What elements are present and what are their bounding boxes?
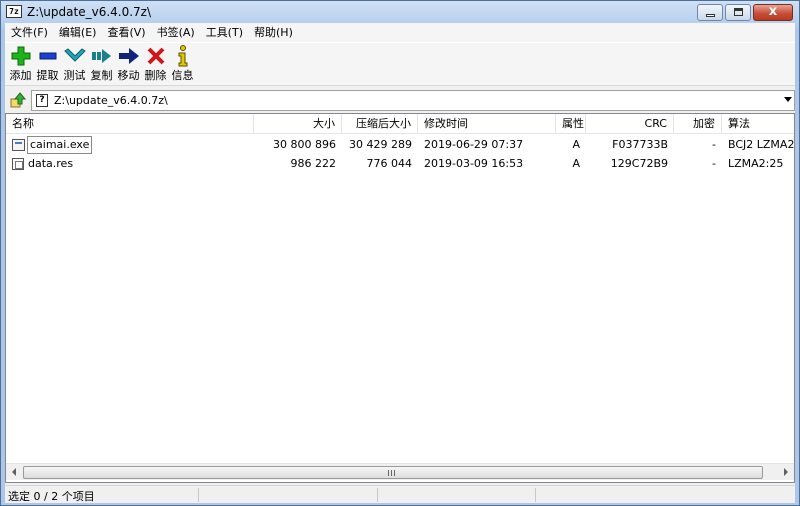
double-arrow-icon [91, 49, 111, 63]
title-bar[interactable]: 7z Z:\update_v6.4.0.7z\ x [1, 1, 799, 23]
info-label: 信息 [171, 69, 194, 82]
column-attributes[interactable]: 属性 [556, 114, 586, 134]
menu-bookmarks[interactable]: 书签(A) [152, 23, 200, 42]
file-crc: 129C72B9 [610, 157, 668, 170]
close-button[interactable]: x [753, 4, 793, 21]
table-row[interactable]: data.res 986 222 776 044 2019-03-09 16:5… [6, 155, 794, 173]
menu-file[interactable]: 文件(F) [6, 23, 53, 42]
test-button[interactable]: 测试 [61, 43, 88, 85]
window-controls: x [695, 4, 793, 21]
column-modified[interactable]: 修改时间 [418, 114, 556, 134]
column-name[interactable]: 名称 [6, 114, 254, 134]
address-input[interactable]: ? Z:\update_v6.4.0.7z\ [31, 90, 795, 111]
close-icon: x [768, 4, 778, 19]
menu-edit[interactable]: 编辑(E) [54, 23, 102, 42]
folder-up-icon [10, 92, 27, 108]
archive-path-icon: ? [36, 94, 48, 107]
column-packed-size[interactable]: 压缩后大小 [342, 114, 418, 134]
status-divider [535, 488, 536, 502]
delete-label: 删除 [144, 69, 167, 82]
status-bar: 选定 0 / 2 个项目 [5, 485, 795, 503]
column-method[interactable]: 算法 [722, 114, 794, 134]
minimize-icon [706, 14, 715, 17]
file-packed-size: 776 044 [366, 157, 413, 170]
toolbar: 添加 提取 测试 复制 移动 删除 信息 [5, 42, 795, 86]
info-button[interactable]: 信息 [169, 43, 196, 85]
file-size: 986 222 [290, 157, 337, 170]
add-label: 添加 [9, 69, 32, 82]
address-bar: ? Z:\update_v6.4.0.7z\ [5, 88, 795, 112]
file-modified: 2019-03-09 16:53 [424, 157, 524, 170]
copy-button[interactable]: 复制 [88, 43, 115, 85]
status-divider [377, 488, 378, 502]
grip-icon [388, 470, 396, 476]
address-path: Z:\update_v6.4.0.7z\ [54, 94, 168, 107]
extract-label: 提取 [36, 69, 59, 82]
menu-bar: 文件(F) 编辑(E) 查看(V) 书签(A) 工具(T) 帮助(H) [5, 23, 795, 42]
maximize-button[interactable] [725, 4, 751, 21]
file-attributes: A [572, 157, 580, 170]
window-title: Z:\update_v6.4.0.7z\ [27, 5, 152, 19]
file-encrypted: - [712, 138, 716, 151]
file-modified: 2019-06-29 07:37 [424, 138, 524, 151]
list-header: 名称 大小 压缩后大小 修改时间 属性 CRC 加密 算法 [6, 114, 794, 134]
column-crc[interactable]: CRC [586, 114, 674, 134]
arrow-right-icon [118, 48, 139, 64]
exe-file-icon [12, 139, 25, 151]
scroll-right-button[interactable] [777, 464, 794, 481]
extract-button[interactable]: 提取 [34, 43, 61, 85]
scrollbar-thumb[interactable] [23, 466, 763, 479]
file-size: 30 800 896 [273, 138, 336, 151]
maximize-icon [734, 8, 743, 16]
file-attributes: A [572, 138, 580, 151]
delete-button[interactable]: 删除 [142, 43, 169, 85]
menu-tools[interactable]: 工具(T) [201, 23, 248, 42]
file-name: caimai.exe [27, 136, 93, 154]
file-packed-size: 30 429 289 [349, 138, 412, 151]
delete-x-icon [147, 47, 164, 65]
file-encrypted: - [712, 157, 716, 170]
add-button[interactable]: 添加 [7, 43, 34, 85]
move-button[interactable]: 移动 [115, 43, 142, 85]
column-encrypted[interactable]: 加密 [674, 114, 722, 134]
app-window: 7z Z:\update_v6.4.0.7z\ x 文件(F) 编辑(E) 查看… [0, 0, 800, 506]
client-area: 文件(F) 编辑(E) 查看(V) 书签(A) 工具(T) 帮助(H) 添加 提… [5, 23, 795, 503]
file-list[interactable]: 名称 大小 压缩后大小 修改时间 属性 CRC 加密 算法 caimai.exe… [5, 113, 795, 483]
menu-view[interactable]: 查看(V) [102, 23, 150, 42]
test-label: 测试 [63, 69, 86, 82]
checkmark-icon [63, 48, 86, 62]
7zip-app-icon[interactable]: 7z [6, 5, 22, 18]
file-crc: F037733B [612, 138, 668, 151]
info-icon [178, 45, 187, 67]
status-divider [198, 488, 199, 502]
horizontal-scrollbar[interactable] [6, 463, 794, 480]
plus-icon [11, 46, 30, 66]
table-row[interactable]: caimai.exe 30 800 896 30 429 289 2019-06… [6, 136, 794, 154]
file-method: BCJ2 LZMA2:... [728, 138, 794, 151]
column-size[interactable]: 大小 [254, 114, 342, 134]
up-folder-button[interactable] [9, 91, 27, 109]
minus-icon [39, 52, 56, 60]
minimize-button[interactable] [697, 4, 723, 21]
status-text: 选定 0 / 2 个项目 [8, 490, 95, 503]
menu-help[interactable]: 帮助(H) [249, 23, 298, 42]
address-dropdown-icon[interactable] [784, 97, 792, 102]
move-label: 移动 [117, 69, 140, 82]
file-name: data.res [28, 157, 74, 170]
copy-label: 复制 [90, 69, 113, 82]
scroll-left-button[interactable] [6, 464, 23, 481]
file-method: LZMA2:25 [728, 157, 784, 170]
